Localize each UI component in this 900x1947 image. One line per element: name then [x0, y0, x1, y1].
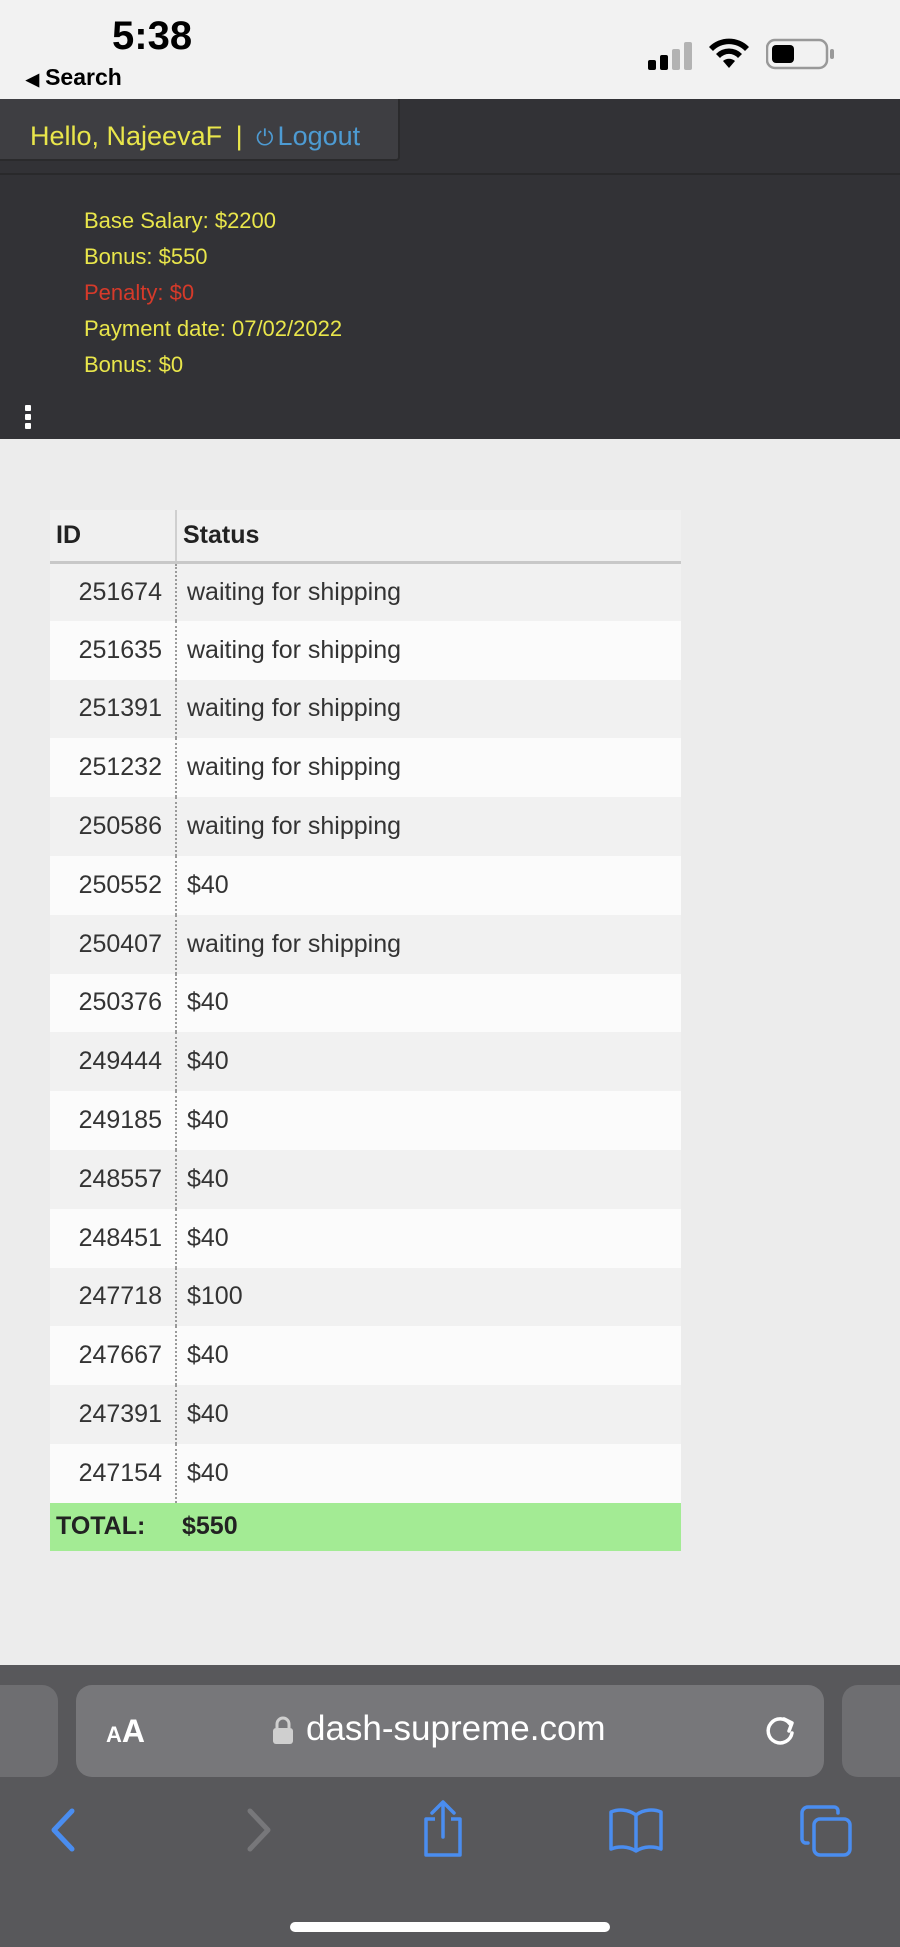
order-status-cell: $100 [176, 1267, 681, 1327]
home-indicator [290, 1922, 610, 1932]
salary-info: Base Salary: $2200 Bonus: $550 Penalty: … [84, 203, 342, 383]
greeting-text: Hello, NajeevaF [30, 121, 223, 151]
ios-status-bar: 5:38 ◀ Search [0, 0, 900, 99]
back-arrow-icon[interactable] [44, 1805, 84, 1855]
kebab-menu-icon[interactable] [25, 405, 33, 429]
order-status-cell: $40 [176, 1091, 681, 1150]
table-row: 250586 waiting for shipping [50, 797, 681, 856]
browser-bottom-bar: AA dash-supreme.com [0, 1665, 900, 1947]
address-bar[interactable]: AA dash-supreme.com [76, 1685, 824, 1777]
order-id-cell: 251674 [50, 562, 177, 621]
order-status-cell: $40 [176, 1032, 681, 1092]
share-icon[interactable] [418, 1799, 468, 1859]
column-header-status[interactable]: Status [176, 510, 681, 564]
column-header-id[interactable]: ID [50, 510, 177, 564]
order-id-cell: 247667 [50, 1326, 177, 1386]
order-status-cell: $40 [176, 1149, 681, 1209]
total-label: TOTAL: [50, 1502, 176, 1551]
order-id-cell: 250376 [50, 973, 177, 1033]
battery-icon [766, 38, 834, 70]
forward-arrow-icon[interactable] [238, 1805, 278, 1855]
order-id-cell: 251391 [50, 679, 177, 739]
power-icon: ⏻ [256, 125, 274, 150]
order-id-cell: 247718 [50, 1267, 177, 1327]
table-row: 251635 waiting for shipping [50, 620, 681, 680]
table-row: 248557 $40 [50, 1149, 681, 1209]
table-row: 247718 $100 [50, 1267, 681, 1327]
table-row: 249444 $40 [50, 1032, 681, 1092]
previous-tab-preview[interactable] [0, 1685, 58, 1777]
order-id-cell: 249444 [50, 1032, 177, 1092]
table-row: 250407 waiting for shipping [50, 914, 681, 974]
url-text: dash-supreme.com [306, 1709, 606, 1748]
order-id-cell: 249185 [50, 1091, 177, 1150]
order-status-cell: $40 [176, 1385, 681, 1444]
table-row: 249185 $40 [50, 1091, 681, 1150]
order-id-cell: 248451 [50, 1208, 177, 1268]
account-header: Hello, NajeevaF | ⏻ Logout Base Salary: $… [0, 99, 900, 439]
next-tab-preview[interactable] [842, 1685, 900, 1777]
clock-time: 5:38 [112, 14, 193, 58]
base-salary-text: Base Salary: $2200 [84, 208, 277, 233]
order-id-cell: 251635 [50, 620, 177, 680]
table-row: 251674 waiting for shipping [50, 562, 681, 621]
order-status-cell: $40 [176, 973, 681, 1033]
order-status-cell: waiting for shipping [176, 679, 681, 739]
table-row: 250552 $40 [50, 855, 681, 915]
order-id-cell: 250586 [50, 797, 177, 856]
order-status-cell: waiting for shipping [176, 914, 681, 974]
greeting-separator: | [235, 121, 243, 151]
payment-date-text: Payment date: 07/02/2022 [84, 316, 343, 341]
logout-label: Logout [277, 121, 361, 151]
table-row: 247391 $40 [50, 1385, 681, 1444]
orders-table-container: ID Status 251674 waiting for shipping 2516… [50, 510, 681, 1551]
table-row: 247154 $40 [50, 1443, 681, 1503]
order-id-cell: 247154 [50, 1443, 177, 1503]
orders-table: ID Status 251674 waiting for shipping 2516… [50, 510, 681, 1551]
bookmarks-icon[interactable] [608, 1805, 664, 1855]
text-size-button[interactable]: AA [106, 1713, 145, 1750]
total-row: TOTAL: $550 [50, 1502, 681, 1551]
order-id-cell: 248557 [50, 1149, 177, 1209]
order-status-cell: $40 [176, 1443, 681, 1503]
lock-icon [273, 1716, 293, 1744]
table-row: 247667 $40 [50, 1326, 681, 1386]
text-size-small-a: A [106, 1722, 122, 1747]
back-to-search-button[interactable]: ◀ Search [26, 64, 122, 91]
order-status-cell: $40 [176, 1208, 681, 1268]
back-search-label: Search [45, 64, 122, 90]
table-row: 251232 waiting for shipping [50, 738, 681, 798]
cellular-signal-icon [648, 42, 696, 70]
text-size-big-a: A [121, 1713, 145, 1749]
order-status-cell: waiting for shipping [176, 562, 681, 621]
wifi-icon [709, 38, 749, 68]
order-id-cell: 251232 [50, 738, 177, 798]
order-status-cell: $40 [176, 1326, 681, 1386]
order-id-cell: 250552 [50, 855, 177, 915]
header-divider [0, 173, 900, 175]
tabs-icon[interactable] [800, 1805, 854, 1859]
order-id-cell: 250407 [50, 914, 177, 974]
table-row: 250376 $40 [50, 973, 681, 1033]
order-id-cell: 247391 [50, 1385, 177, 1444]
logout-link[interactable]: ⏻ Logout [256, 121, 360, 151]
bonus-text: Bonus: $550 [84, 244, 208, 269]
order-status-cell: waiting for shipping [176, 738, 681, 798]
order-status-cell: waiting for shipping [176, 620, 681, 680]
greeting-bar: Hello, NajeevaF | ⏻ Logout [0, 99, 400, 161]
bonus-secondary-text: Bonus: $0 [84, 352, 184, 377]
table-row: 251391 waiting for shipping [50, 679, 681, 739]
penalty-text: Penalty: $0 [84, 280, 195, 305]
reload-icon[interactable] [760, 1711, 800, 1751]
order-status-cell: waiting for shipping [176, 797, 681, 856]
browser-toolbar [0, 1800, 900, 1875]
total-value: $550 [176, 1502, 681, 1551]
back-triangle-icon: ◀ [26, 70, 40, 89]
order-status-cell: $40 [176, 855, 681, 915]
table-header-row: ID Status [50, 510, 681, 564]
table-row: 248451 $40 [50, 1208, 681, 1268]
